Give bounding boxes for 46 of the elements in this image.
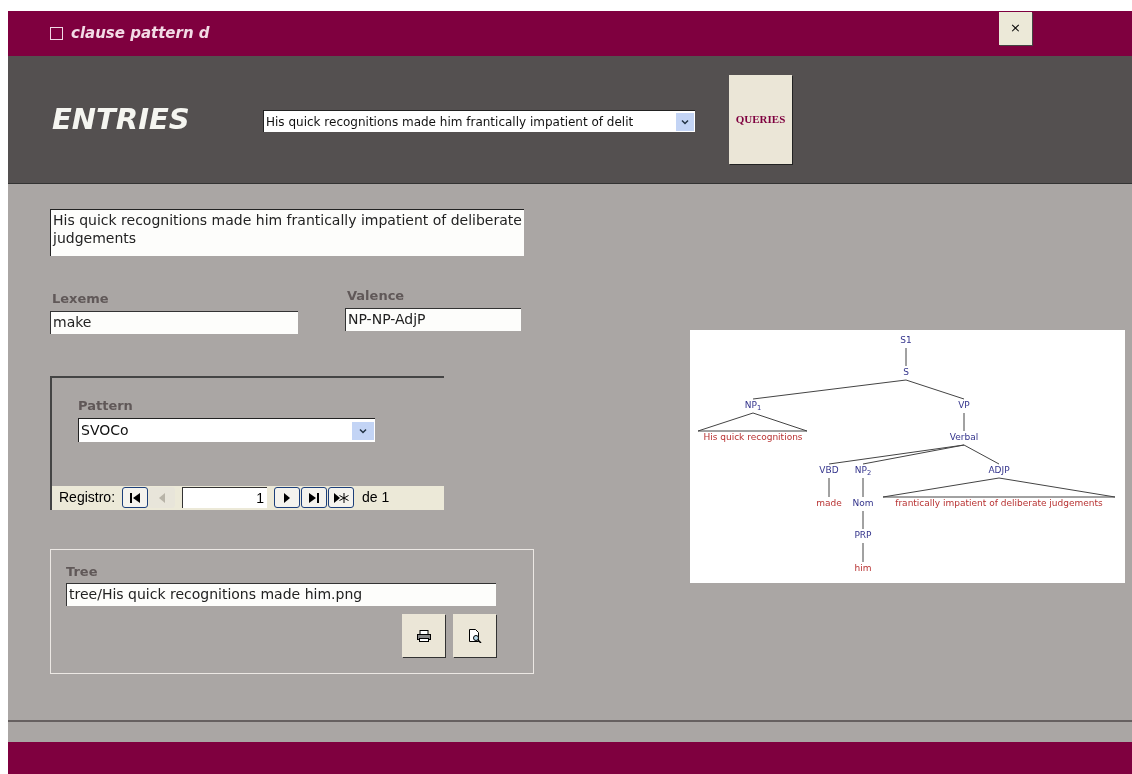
printer-icon	[416, 629, 431, 642]
field-label: Valence	[347, 287, 406, 305]
field-label: Lexeme	[52, 290, 110, 308]
node-label: Nom	[852, 497, 874, 510]
last-record-button[interactable]	[301, 487, 328, 508]
branch-line	[862, 477, 864, 498]
record-number-field[interactable]: 1	[182, 487, 268, 508]
word-label: frantically impatient of deliberate judgements	[895, 497, 1103, 510]
first-record-button[interactable]	[122, 487, 149, 508]
window-title: clause pattern d	[71, 23, 210, 45]
word-label: His quick recognitions	[703, 431, 803, 444]
field-label: Tree	[66, 562, 99, 581]
branch-line	[828, 477, 830, 498]
valence-field[interactable]: NP-NP-AdjP	[345, 307, 521, 331]
node-label: Verbal	[949, 431, 979, 444]
field-label: Pattern	[78, 396, 134, 415]
record-count: de 1	[362, 488, 390, 507]
window-icon	[50, 27, 63, 40]
tree-path-field[interactable]: tree/His quick recognitions made him.png	[66, 583, 496, 606]
word-label: him	[854, 562, 872, 575]
node-label: VBD	[819, 464, 839, 477]
node-label: S	[903, 366, 909, 379]
lexeme-field[interactable]: make	[50, 310, 298, 334]
queries-button[interactable]: QUERIES	[729, 75, 792, 164]
print-button[interactable]	[402, 614, 445, 657]
node-label: NP$_{2}$	[854, 464, 872, 477]
node-label: S1	[900, 334, 912, 347]
document-magnifier-icon	[467, 628, 482, 643]
node-label: PRP	[854, 529, 872, 542]
word-label: made	[816, 497, 842, 510]
close-button[interactable]: ×	[999, 11, 1032, 45]
node-label: ADJP	[988, 464, 1010, 477]
new-record-button[interactable]	[328, 487, 355, 508]
branch-line	[862, 510, 864, 530]
entries-heading: ENTRIES	[52, 100, 191, 138]
sentence-field[interactable]: His quick recognitions made him frantically impatient of deliberate judgements	[50, 209, 524, 256]
next-record-button[interactable]	[274, 487, 301, 508]
node-label: NP$_{1}$	[744, 399, 762, 412]
branch-line	[963, 412, 965, 432]
preview-button[interactable]	[453, 614, 496, 657]
node-label: VP	[958, 399, 970, 412]
pattern-select[interactable]: SVOCo	[78, 418, 375, 442]
branch-line	[905, 347, 907, 367]
navigator-label: Registro:	[59, 488, 116, 507]
entry-select[interactable]: His quick recognitions made him frantically impatient of delit	[263, 110, 695, 132]
branch-line	[862, 542, 864, 563]
